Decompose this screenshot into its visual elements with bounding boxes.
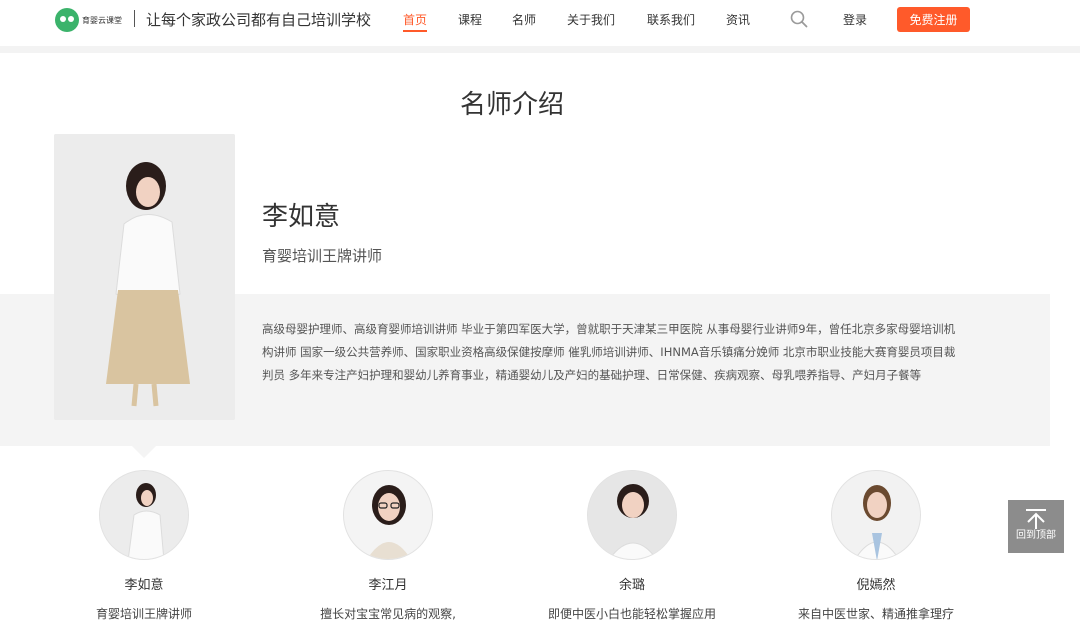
section-title: 名师介绍 [459, 90, 564, 120]
active-nav-indicator [403, 30, 427, 32]
back-to-top-button[interactable]: 回到顶部 [1008, 500, 1064, 553]
avatar-image [588, 471, 676, 559]
teacher-card[interactable]: 李如意 育婴培训王牌讲师 [34, 470, 254, 622]
featured-teacher-photo [54, 134, 235, 420]
nav-item-home[interactable]: 首页 [403, 11, 427, 28]
avatar-image [344, 471, 432, 559]
featured-teacher-description: 高级母婴护理师、高级育婴师培训讲师 毕业于第四军医大学，曾就职于天津某三甲医院 … [262, 322, 956, 382]
nav-item-teachers[interactable]: 名师 [512, 11, 536, 28]
teacher-card[interactable]: 李江月 擅长对宝宝常见病的观察, [278, 470, 498, 622]
featured-teacher-title: 育婴培训王牌讲师 [262, 247, 383, 265]
nav-item-courses[interactable]: 课程 [458, 11, 482, 28]
teacher-avatar [831, 470, 921, 560]
teacher-card-name: 李江月 [368, 578, 408, 593]
selected-card-pointer [132, 446, 156, 458]
teacher-avatar [99, 470, 189, 560]
back-to-top-label: 回到顶部 [1016, 530, 1056, 541]
slogan-divider [134, 10, 135, 27]
logo-text: 育婴云课堂 [82, 15, 122, 25]
site-logo[interactable]: 育婴云课堂 [55, 7, 122, 33]
featured-teacher-name: 李如意 [262, 202, 341, 232]
avatar-image [100, 471, 188, 559]
logo-icon [55, 8, 79, 32]
nav-item-news[interactable]: 资讯 [726, 11, 750, 28]
nav-item-about[interactable]: 关于我们 [567, 11, 615, 28]
register-button[interactable]: 免费注册 [897, 7, 970, 32]
nav-item-contact[interactable]: 联系我们 [647, 11, 695, 28]
teacher-portrait-image [54, 134, 235, 420]
search-icon[interactable] [790, 10, 808, 28]
teacher-card[interactable]: 倪嫣然 来自中医世家、精通推拿理疗 [766, 470, 986, 622]
teacher-avatar [587, 470, 677, 560]
login-link[interactable]: 登录 [843, 11, 867, 28]
teacher-card-name: 李如意 [124, 578, 164, 593]
teacher-card-desc: 来自中医世家、精通推拿理疗 [797, 607, 954, 621]
header-divider [0, 46, 1080, 53]
teacher-card-desc: 育婴培训王牌讲师 [95, 607, 192, 621]
teacher-avatar [343, 470, 433, 560]
avatar-image [832, 471, 920, 559]
teacher-card[interactable]: 余璐 即便中医小白也能轻松掌握应用 [522, 470, 742, 622]
teacher-card-desc: 擅长对宝宝常见病的观察, [320, 607, 456, 621]
arrow-up-icon [1026, 509, 1046, 529]
teacher-card-name: 余璐 [618, 578, 645, 593]
site-slogan: 让每个家政公司都有自己培训学校 [146, 11, 372, 29]
teacher-card-desc: 即便中医小白也能轻松掌握应用 [547, 607, 716, 621]
teacher-card-name: 倪嫣然 [856, 578, 896, 593]
top-header: 育婴云课堂 让每个家政公司都有自己培训学校 首页 课程 名师 关于我们 联系我们… [0, 0, 1080, 46]
